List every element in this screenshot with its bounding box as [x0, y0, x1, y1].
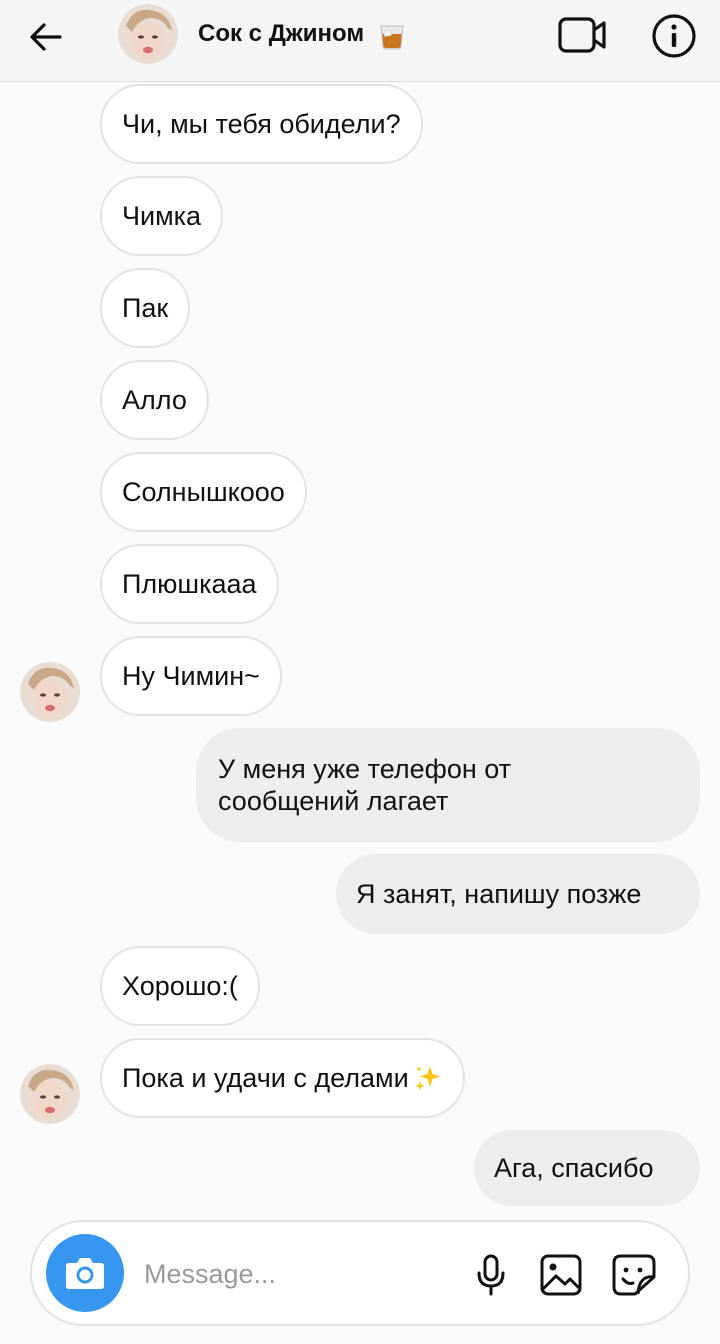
video-call-button[interactable]: [556, 12, 610, 58]
message-bubble[interactable]: Алло: [100, 360, 209, 440]
whiskey-glass-icon: [380, 25, 404, 50]
info-button[interactable]: [648, 10, 700, 62]
message-text: Солнышкооо: [122, 477, 285, 507]
message-text: Ага, спасибо: [494, 1153, 654, 1183]
message-text: Чи, мы тебя обидели?: [122, 109, 401, 139]
chat-header: Сок с Джином: [0, 0, 720, 82]
message-text: Хорошо:(: [122, 971, 238, 1001]
message-bubble[interactable]: Чимка: [100, 176, 224, 256]
message-text: Пак: [122, 293, 169, 323]
message-text: Чимка: [122, 201, 202, 231]
sender-avatar[interactable]: [20, 1064, 80, 1124]
message-text: Я занят, напишу позже: [356, 879, 642, 909]
sticker-button[interactable]: [610, 1252, 658, 1298]
message-bubble[interactable]: Пока и удачи с делами: [100, 1038, 465, 1118]
message-bubble[interactable]: Пак: [100, 268, 191, 348]
message-bubble[interactable]: Ну Чимин~: [100, 636, 282, 716]
message-list[interactable]: Чи, мы тебя обидели? Чимка Пак Алло Солн…: [0, 82, 720, 1212]
message-bubble[interactable]: Я занят, напишу позже: [336, 854, 700, 934]
message-input[interactable]: [144, 1252, 444, 1296]
gallery-icon: [540, 1254, 582, 1296]
info-icon: [652, 14, 696, 58]
chat-title[interactable]: Сок с Джином: [198, 20, 364, 48]
contact-avatar[interactable]: [118, 4, 178, 64]
message-bubble[interactable]: Чи, мы тебя обидели?: [100, 84, 423, 164]
message-text: У меня уже телефон от сообщений лагает: [218, 754, 512, 816]
message-bubble[interactable]: Плюшкааа: [100, 544, 279, 624]
camera-icon: [66, 1258, 104, 1289]
gallery-button[interactable]: [538, 1252, 584, 1298]
message-composer: [30, 1220, 690, 1326]
message-bubble[interactable]: У меня уже телефон от сообщений лагает: [196, 728, 700, 842]
arrow-left-icon: [30, 23, 62, 51]
back-button[interactable]: [24, 15, 68, 59]
message-text: Алло: [122, 385, 187, 415]
message-text: Пока и удачи с делами: [122, 1063, 409, 1093]
message-bubble[interactable]: Солнышкооо: [100, 452, 307, 532]
microphone-icon: [477, 1254, 505, 1296]
video-call-icon: [558, 17, 606, 53]
message-text: Плюшкааа: [122, 569, 257, 599]
sender-avatar[interactable]: [20, 662, 80, 722]
sticker-icon: [612, 1254, 656, 1296]
microphone-button[interactable]: [470, 1252, 512, 1298]
camera-button[interactable]: [46, 1234, 124, 1312]
message-bubble[interactable]: Хорошо:(: [100, 946, 260, 1026]
sparkles-icon: [414, 1066, 440, 1091]
message-text: Ну Чимин~: [122, 661, 260, 691]
message-bubble[interactable]: Ага, спасибо: [474, 1130, 700, 1206]
